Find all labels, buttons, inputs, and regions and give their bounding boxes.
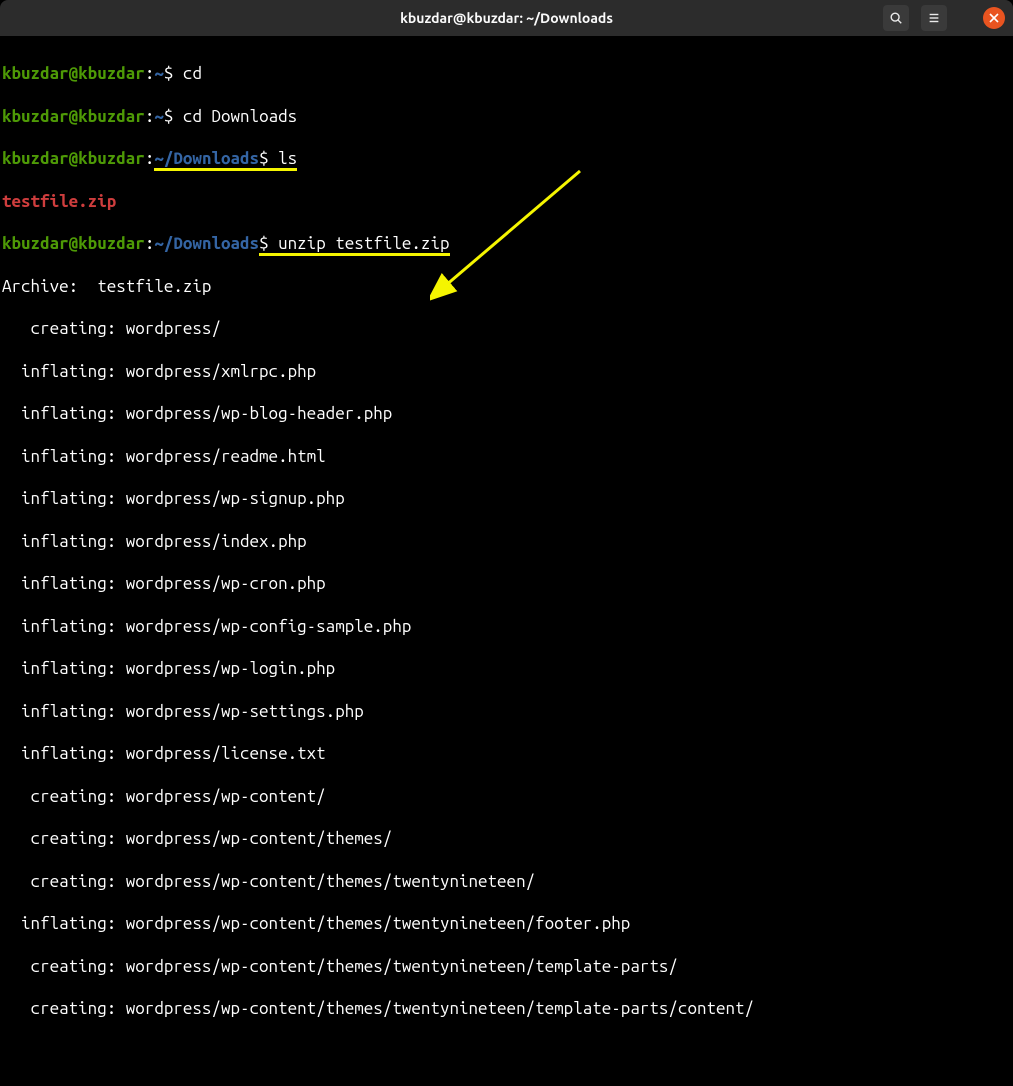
terminal-body[interactable]: kbuzdar@kbuzdar:~$ cd kbuzdar@kbuzdar:~$… <box>0 36 1013 1086</box>
command-text: cd <box>183 64 202 83</box>
output-line: creating: wordpress/wp-content/themes/tw… <box>2 998 1011 1019</box>
output-line: inflating: wordpress/xmlrpc.php <box>2 361 1011 382</box>
close-icon <box>989 13 999 23</box>
command-text: cd Downloads <box>183 107 297 126</box>
output-line: inflating: wordpress/wp-settings.php <box>2 701 1011 722</box>
output-line: inflating: wordpress/wp-signup.php <box>2 488 1011 509</box>
prompt-path: ~/Downloads <box>154 234 259 253</box>
output-line: creating: wordpress/wp-content/themes/tw… <box>2 871 1011 892</box>
prompt-colon: : <box>145 149 155 168</box>
menu-button[interactable] <box>921 5 947 31</box>
prompt-path: ~ <box>154 107 164 126</box>
output-line: creating: wordpress/wp-content/themes/tw… <box>2 956 1011 977</box>
output-line: creating: wordpress/ <box>2 318 1011 339</box>
command-text: ls <box>278 149 297 171</box>
prompt-user: kbuzdar@kbuzdar <box>2 64 145 83</box>
output-line: inflating: wordpress/wp-content/themes/t… <box>2 913 1011 934</box>
output-line: creating: wordpress/wp-content/themes/ <box>2 828 1011 849</box>
prompt-user: kbuzdar@kbuzdar <box>2 234 145 253</box>
output-line: inflating: wordpress/license.txt <box>2 743 1011 764</box>
terminal-line: testfile.zip <box>2 191 1011 212</box>
ls-output-file: testfile.zip <box>2 192 116 211</box>
terminal-line: kbuzdar@kbuzdar:~/Downloads$ unzip testf… <box>2 233 1011 254</box>
search-icon <box>889 11 903 25</box>
close-button[interactable] <box>983 7 1005 29</box>
prompt-user: kbuzdar@kbuzdar <box>2 107 145 126</box>
hamburger-icon <box>927 11 941 25</box>
titlebar-controls <box>883 5 1005 31</box>
output-line: inflating: wordpress/readme.html <box>2 446 1011 467</box>
terminal-line: kbuzdar@kbuzdar:~$ cd Downloads <box>2 106 1011 127</box>
titlebar: kbuzdar@kbuzdar: ~/Downloads <box>0 0 1013 36</box>
output-line: inflating: wordpress/wp-config-sample.ph… <box>2 616 1011 637</box>
window-title: kbuzdar@kbuzdar: ~/Downloads <box>400 10 613 26</box>
prompt-colon: : <box>145 234 155 253</box>
prompt-path: ~/Downloads <box>154 149 259 171</box>
prompt-path: ~ <box>154 64 164 83</box>
output-line: inflating: wordpress/wp-blog-header.php <box>2 403 1011 424</box>
output-line: inflating: wordpress/index.php <box>2 531 1011 552</box>
output-line: Archive: testfile.zip <box>2 276 1011 297</box>
terminal-line: kbuzdar@kbuzdar:~/Downloads$ ls <box>2 148 1011 169</box>
prompt-dollar: $ <box>164 107 183 126</box>
terminal-line: kbuzdar@kbuzdar:~$ cd <box>2 63 1011 84</box>
prompt-dollar: $ <box>259 149 278 171</box>
prompt-colon: : <box>145 107 155 126</box>
prompt-dollar: $ <box>164 64 183 83</box>
prompt-user: kbuzdar@kbuzdar <box>2 149 145 168</box>
output-line: creating: wordpress/wp-content/ <box>2 786 1011 807</box>
search-button[interactable] <box>883 5 909 31</box>
command-text: unzip testfile.zip <box>278 234 449 256</box>
prompt-dollar: $ <box>259 234 278 256</box>
output-line: inflating: wordpress/wp-login.php <box>2 658 1011 679</box>
output-line: inflating: wordpress/wp-cron.php <box>2 573 1011 594</box>
prompt-colon: : <box>145 64 155 83</box>
